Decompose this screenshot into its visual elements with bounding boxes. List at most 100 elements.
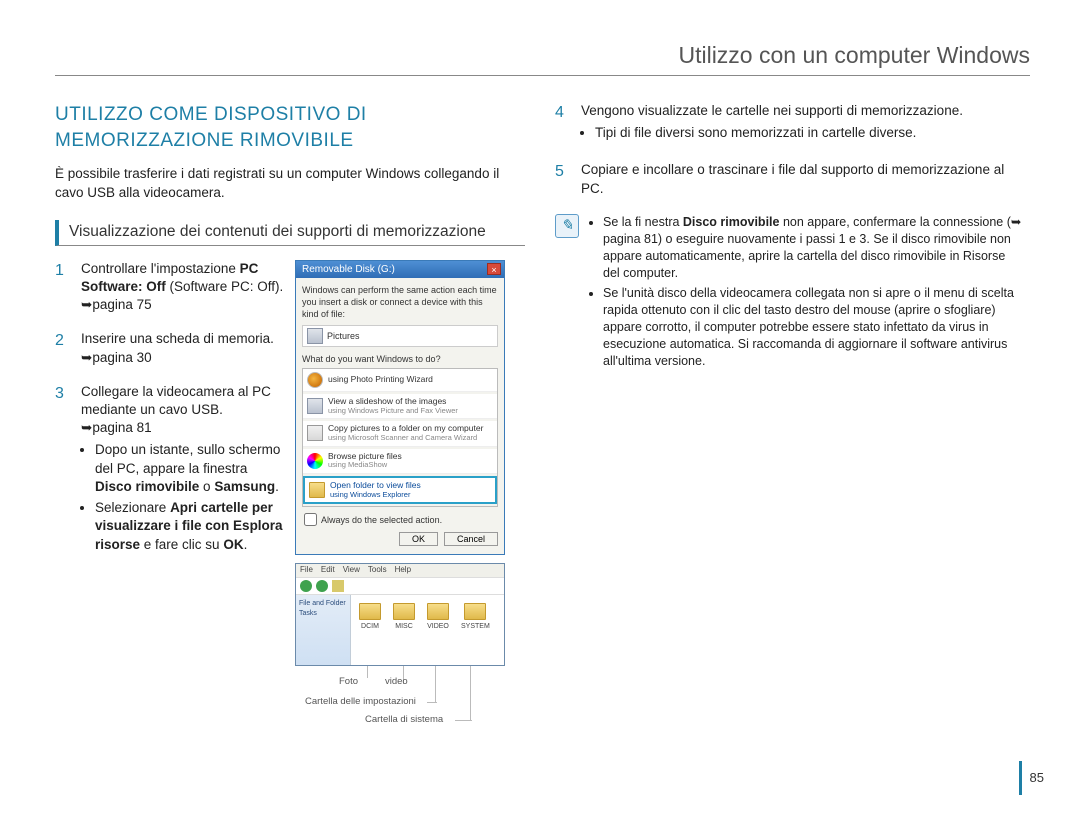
note-body: Se la fi nestra Disco rimovibile non app… xyxy=(589,214,1025,374)
section-title: UTILIZZO COME DISPOSITIVO DI MEMORIZZAZI… xyxy=(55,102,525,153)
folder-icon xyxy=(393,603,415,620)
explorer-sidebar: File and Folder Tasks xyxy=(296,595,351,665)
note-text: ) o eseguire nuovamente i passi 1 e 3. S… xyxy=(603,232,1011,280)
dialog-option[interactable]: View a slideshow of the imagesusing Wind… xyxy=(303,394,497,419)
page-ref: pagina 81 xyxy=(92,420,151,435)
cancel-button[interactable]: Cancel xyxy=(444,532,498,546)
option-label: Browse picture files xyxy=(328,451,402,461)
folder-icon xyxy=(359,603,381,620)
step-4-body: Vengono visualizzate le cartelle nei sup… xyxy=(581,102,1025,145)
pictures-icon xyxy=(307,328,323,344)
step-text: Inserire una scheda di memoria. xyxy=(81,331,274,346)
step-2-body: Inserire una scheda di memoria. ➥pagina … xyxy=(81,330,285,366)
forward-icon[interactable] xyxy=(316,580,328,592)
option-sublabel: using Microsoft Scanner and Camera Wizar… xyxy=(328,434,483,443)
arrow-icon: ➥ xyxy=(1011,214,1021,231)
step-number: 4 xyxy=(555,102,571,145)
step-bullet: Dopo un istante, sullo schermo del PC, a… xyxy=(95,441,285,496)
note-icon: ✎ xyxy=(555,214,579,238)
menu-item[interactable]: Help xyxy=(395,565,411,576)
dialog-title: Removable Disk (G:) xyxy=(302,263,395,277)
dialog-question: What do you want Windows to do? xyxy=(302,353,498,365)
step-text: Selezionare xyxy=(95,500,170,515)
wizard-icon xyxy=(307,372,323,388)
dialog-pictures-row: Pictures xyxy=(302,325,498,347)
explorer-folder[interactable]: SYSTEM xyxy=(461,603,490,665)
step-bullet: Selezionare Apri cartelle per visualizza… xyxy=(95,499,285,554)
slideshow-icon xyxy=(307,398,323,414)
always-checkbox[interactable] xyxy=(304,513,317,526)
page-number: 85 xyxy=(1019,761,1044,795)
note-text: non appare, confermare la connessione ( xyxy=(779,215,1010,229)
step-bold: Disco rimovibile xyxy=(95,479,199,494)
dialog-option[interactable]: Browse picture filesusing MediaShow xyxy=(303,449,497,474)
step-text: (Software PC: Off). xyxy=(166,279,284,294)
step-number: 2 xyxy=(55,330,71,366)
step-number: 1 xyxy=(55,260,71,315)
option-sublabel: using MediaShow xyxy=(328,461,402,470)
folder-icon xyxy=(309,482,325,498)
note-bold: Disco rimovibile xyxy=(683,215,780,229)
option-label: using Photo Printing Wizard xyxy=(328,374,433,384)
page-ref: pagina 30 xyxy=(92,350,151,365)
checkbox-label: Always do the selected action. xyxy=(321,514,442,526)
step-text: o xyxy=(199,479,214,494)
step-text: e fare clic su xyxy=(140,537,223,552)
folder-label: MISC xyxy=(395,622,413,631)
step-text: Copiare e incollare o trascinare i file … xyxy=(581,162,1004,195)
explorer-toolbar xyxy=(296,577,504,595)
mediashow-icon xyxy=(307,453,323,469)
step-number: 5 xyxy=(555,161,571,197)
sidebar-title: File and Folder Tasks xyxy=(299,599,347,618)
ok-button[interactable]: OK xyxy=(399,532,438,546)
note-item: Se la fi nestra Disco rimovibile non app… xyxy=(603,214,1025,282)
explorer-window: File Edit View Tools Help xyxy=(295,563,505,666)
menu-item[interactable]: File xyxy=(300,565,313,576)
step-text: Vengono visualizzate le cartelle nei sup… xyxy=(581,103,963,118)
note-item: Se l'unità disco della videocamera colle… xyxy=(603,285,1025,369)
page-ref: pagina 75 xyxy=(92,297,151,312)
menu-item[interactable]: View xyxy=(343,565,360,576)
step-text: Controllare l'impostazione xyxy=(81,261,240,276)
step-1-body: Controllare l'impostazione PC Software: … xyxy=(81,260,285,315)
up-icon[interactable] xyxy=(332,580,344,592)
note-text: Se la fi nestra xyxy=(603,215,683,229)
dialog-option-selected[interactable]: Open folder to view filesusing Windows E… xyxy=(303,476,497,504)
step-bold: Samsung xyxy=(214,479,275,494)
dialog-option[interactable]: using Photo Printing Wizard xyxy=(303,369,497,392)
step-text: . xyxy=(244,537,248,552)
menu-item[interactable]: Edit xyxy=(321,565,335,576)
callout-labels: Foto video Cartella delle impostazioni C… xyxy=(295,666,505,736)
menu-item[interactable]: Tools xyxy=(368,565,387,576)
step-text: Collegare la videocamera al PC mediante … xyxy=(81,384,271,417)
option-sublabel: using Windows Picture and Fax Viewer xyxy=(328,407,458,416)
explorer-folder[interactable]: VIDEO xyxy=(427,603,449,665)
option-label: Open folder to view files xyxy=(330,480,421,490)
arrow-icon: ➥ xyxy=(81,349,92,367)
section-subhead: Visualizzazione dei contenuti dei suppor… xyxy=(55,220,525,246)
removable-disk-dialog: Removable Disk (G:) × Windows can perfor… xyxy=(295,260,505,556)
folder-label: VIDEO xyxy=(427,622,449,631)
close-icon[interactable]: × xyxy=(487,263,501,275)
step-5-body: Copiare e incollare o trascinare i file … xyxy=(581,161,1025,197)
step-bullet: Tipi di file diversi sono memorizzati in… xyxy=(595,124,1025,142)
header-bar: Utilizzo con un computer Windows xyxy=(55,40,1030,76)
explorer-folder[interactable]: MISC xyxy=(393,603,415,665)
step-number: 3 xyxy=(55,383,71,557)
step-text: . xyxy=(275,479,279,494)
folder-label: SYSTEM xyxy=(461,622,490,631)
explorer-folder[interactable]: DCIM xyxy=(359,603,381,665)
step-3-body: Collegare la videocamera al PC mediante … xyxy=(81,383,285,557)
folder-label: DCIM xyxy=(361,622,379,631)
dialog-checkbox-row[interactable]: Always do the selected action. xyxy=(304,513,498,526)
option-sublabel: using Windows Explorer xyxy=(330,491,421,500)
step-bold: OK xyxy=(223,537,243,552)
section-intro: È possibile trasferire i dati registrati… xyxy=(55,165,525,201)
callout-video: video xyxy=(385,676,408,689)
callout-foto: Foto xyxy=(339,676,358,689)
dialog-option[interactable]: Copy pictures to a folder on my computer… xyxy=(303,421,497,446)
back-icon[interactable] xyxy=(300,580,312,592)
explorer-menubar: File Edit View Tools Help xyxy=(296,564,504,577)
page-title: Utilizzo con un computer Windows xyxy=(55,40,1030,71)
dialog-pictures-label: Pictures xyxy=(327,330,360,342)
